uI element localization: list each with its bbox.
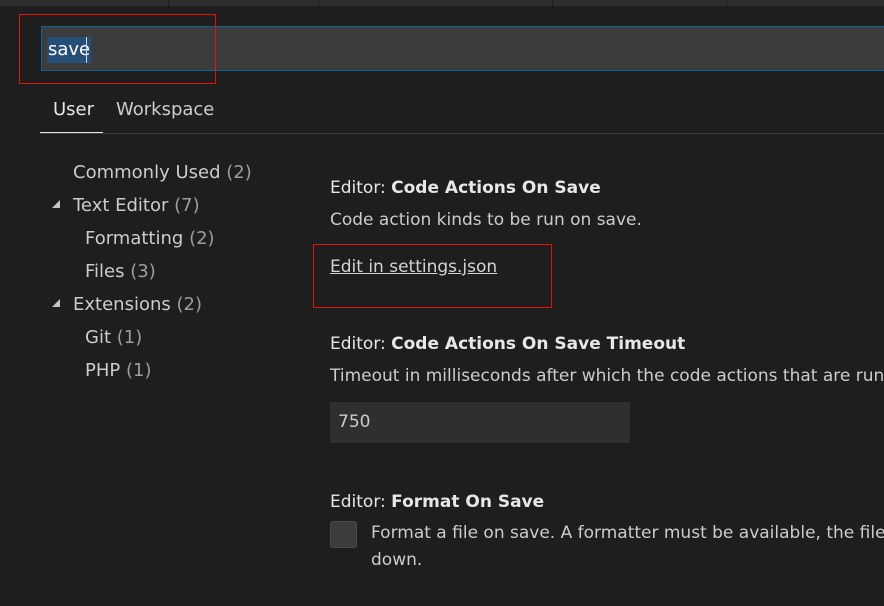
toc-item-git[interactable]: Git (1) xyxy=(85,325,142,351)
settings-search-input[interactable]: save xyxy=(41,26,884,71)
toc-item-formatting[interactable]: Formatting (2) xyxy=(85,226,215,252)
toc-item-count: (1) xyxy=(116,327,143,348)
toc-item-extensions[interactable]: Extensions (2) xyxy=(73,292,202,318)
expanded-chevron-icon[interactable] xyxy=(52,200,60,208)
toc-item-text-editor[interactable]: Text Editor (7) xyxy=(73,193,200,219)
setting-title-code-actions-on-save-timeout: Editor: Code Actions On Save Timeout xyxy=(330,334,685,354)
tabs-divider xyxy=(40,133,884,134)
search-input-value: save xyxy=(47,37,92,63)
toc-item-commonly-used[interactable]: Commonly Used (2) xyxy=(73,160,252,186)
toc-item-count: (7) xyxy=(174,195,200,216)
editor-tab-strip xyxy=(0,0,884,6)
setting-description: Code action kinds to be run on save. xyxy=(330,210,642,230)
tab-separator xyxy=(726,0,727,6)
setting-category: Editor: xyxy=(330,178,392,198)
setting-description: Timeout in milliseconds after which the … xyxy=(330,366,884,386)
setting-title-code-actions-on-save: Editor: Code Actions On Save xyxy=(330,178,601,198)
toc-item-count: (1) xyxy=(125,360,152,381)
tab-separator xyxy=(168,0,169,6)
setting-category: Editor: xyxy=(330,334,392,354)
setting-description-continued: down. xyxy=(371,550,423,570)
toc-item-files[interactable]: Files (3) xyxy=(85,259,156,285)
tab-workspace[interactable]: Workspace xyxy=(116,92,214,134)
text-caret xyxy=(86,37,87,63)
tab-separator xyxy=(318,0,319,6)
toc-item-count: (2) xyxy=(176,294,202,315)
toc-item-label: Files xyxy=(85,261,125,282)
edit-in-settings-json-link[interactable]: Edit in settings.json xyxy=(330,257,497,277)
toc-item-count: (2) xyxy=(226,162,252,183)
toc-item-label: PHP xyxy=(85,360,121,381)
setting-name: Format On Save xyxy=(391,492,545,512)
expanded-chevron-icon[interactable] xyxy=(52,299,60,307)
timeout-number-input[interactable]: 750 xyxy=(330,402,630,443)
toc-item-label: Text Editor xyxy=(73,195,169,216)
toc-item-php[interactable]: PHP (1) xyxy=(85,358,151,384)
toc-item-label: Extensions xyxy=(73,294,171,315)
toc-item-count: (3) xyxy=(130,261,156,282)
setting-name: Code Actions On Save Timeout xyxy=(391,334,686,354)
toc-item-count: (2) xyxy=(189,228,215,249)
toc-item-label: Git xyxy=(85,327,112,348)
setting-description: Format a file on save. A formatter must … xyxy=(371,523,884,543)
toc-item-label: Commonly Used xyxy=(73,162,221,183)
tab-user[interactable]: User xyxy=(40,92,103,134)
setting-name: Code Actions On Save xyxy=(391,178,601,198)
toc-item-label: Formatting xyxy=(85,228,184,249)
setting-category: Editor: xyxy=(330,492,392,512)
setting-title-format-on-save: Editor: Format On Save xyxy=(330,492,544,512)
tab-separator xyxy=(552,0,553,6)
format-on-save-checkbox[interactable] xyxy=(330,521,357,548)
